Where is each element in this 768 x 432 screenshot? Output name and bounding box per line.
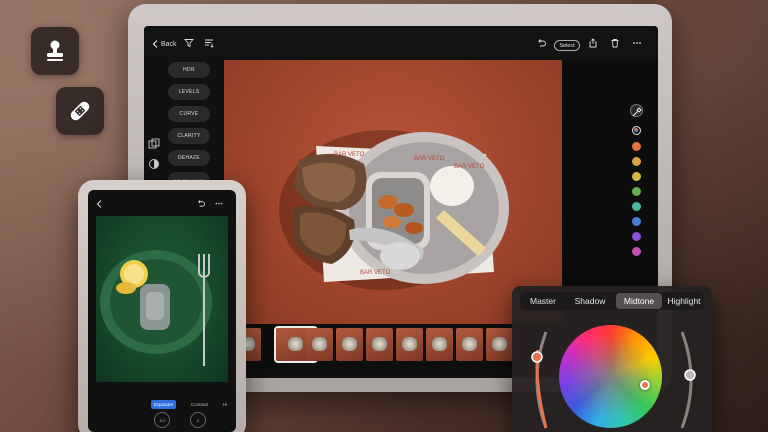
select-button[interactable]: Select: [554, 40, 580, 51]
thumbnail-dish: [372, 337, 387, 351]
filmstrip-thumbnail[interactable]: [426, 328, 453, 361]
phone-more-icon[interactable]: [214, 199, 224, 208]
thumbnail-dish: [342, 337, 357, 351]
phone-tab-contrast[interactable]: Contrast: [188, 400, 211, 409]
filmstrip-thumbnail[interactable]: [486, 328, 513, 361]
phone-back-icon[interactable]: [96, 200, 102, 208]
tool-curve[interactable]: CURVE: [168, 106, 210, 122]
filmstrip-thumbnail[interactable]: [336, 328, 363, 361]
share-icon[interactable]: [588, 38, 598, 48]
wrap-text-1: BAR VETO: [334, 152, 365, 158]
eyedropper-button[interactable]: [630, 104, 643, 117]
thumbnail-dish: [402, 337, 417, 351]
phone-photo[interactable]: [96, 216, 228, 382]
wrap-text-3: BAR VETO: [454, 164, 485, 170]
thumbnail-dish: [462, 337, 477, 351]
tool-levels[interactable]: LEVELS: [168, 84, 210, 100]
back-label: Back: [161, 40, 177, 48]
undo-icon[interactable]: [536, 38, 546, 48]
color-wheel-handle[interactable]: [640, 380, 650, 390]
stamp-icon: [47, 40, 63, 61]
phone-tab-more[interactable]: Hi: [220, 400, 230, 409]
tab-midtone[interactable]: Midtone: [616, 293, 662, 309]
phone-screen: Exposure Contrast Hi -0.2 0: [88, 190, 236, 432]
trash-icon[interactable]: [610, 38, 620, 48]
bandage-icon: [70, 101, 90, 121]
contrast-dial[interactable]: 0: [190, 412, 206, 428]
wrap-text-2: BAR VETO: [414, 156, 445, 162]
thumbnail-dish: [288, 337, 303, 351]
more-icon[interactable]: [632, 38, 642, 48]
saturation-slider-right[interactable]: [674, 330, 704, 430]
color-swatch[interactable]: [632, 157, 641, 166]
filter-icon[interactable]: [184, 38, 194, 48]
back-button[interactable]: Back: [152, 40, 177, 48]
filmstrip-thumbnail[interactable]: [306, 328, 333, 361]
color-wheel[interactable]: [559, 325, 662, 428]
wrap-text-4: BAR VETO: [360, 270, 391, 276]
food-plate-image: BAR VETO BAR VETO BAR VETO BAR VETO: [279, 130, 509, 290]
filmstrip-thumbnail[interactable]: [456, 328, 483, 361]
tab-highlight[interactable]: Highlight: [664, 293, 704, 309]
color-swatch[interactable]: [632, 202, 641, 211]
filmstrip-thumbnail[interactable]: [366, 328, 393, 361]
luminance-slider-left[interactable]: [524, 330, 554, 430]
thumbnail-dish: [492, 337, 507, 351]
main-photo[interactable]: BAR VETO BAR VETO BAR VETO BAR VETO: [224, 60, 562, 324]
phone-adjust-tabs: Exposure Contrast Hi: [88, 398, 236, 410]
color-swatch[interactable]: [632, 187, 641, 196]
color-swatch-panel: [562, 60, 658, 324]
tab-master[interactable]: Master: [522, 293, 564, 309]
filmstrip-thumbnail[interactable]: [396, 328, 423, 361]
color-swatch[interactable]: [632, 247, 641, 256]
color-swatch[interactable]: [632, 172, 641, 181]
mask-icon[interactable]: [148, 158, 160, 170]
tool-clarity[interactable]: CLARITY: [168, 128, 210, 144]
layers-icon[interactable]: [148, 138, 160, 150]
tool-dehaze[interactable]: DEHAZE: [168, 150, 210, 166]
healing-tool-button[interactable]: [56, 87, 104, 135]
exposure-dial[interactable]: -0.2: [154, 412, 170, 428]
eyedropper-icon: [632, 107, 642, 117]
tab-shadow[interactable]: Shadow: [568, 293, 612, 309]
chevron-left-icon: [152, 40, 158, 48]
color-swatch[interactable]: [632, 217, 641, 226]
phone-tab-exposure[interactable]: Exposure: [151, 400, 177, 409]
color-swatch[interactable]: [632, 232, 641, 241]
sort-icon[interactable]: [204, 38, 214, 48]
tone-range-selector: Master Shadow Midtone Highlight: [520, 292, 704, 310]
tablet-top-bar: Back Select: [144, 26, 658, 60]
color-swatch[interactable]: [632, 142, 641, 151]
tool-hdr[interactable]: HDR: [168, 62, 210, 78]
stamp-tool-button[interactable]: [31, 27, 79, 75]
thumbnail-dish: [312, 337, 327, 351]
thumbnail-dish: [432, 337, 447, 351]
color-grading-panel: Master Shadow Midtone Highlight: [512, 286, 712, 432]
phone-undo-icon[interactable]: [196, 199, 205, 208]
swatch-selected[interactable]: [632, 126, 641, 135]
phone-food-image: [100, 250, 212, 366]
